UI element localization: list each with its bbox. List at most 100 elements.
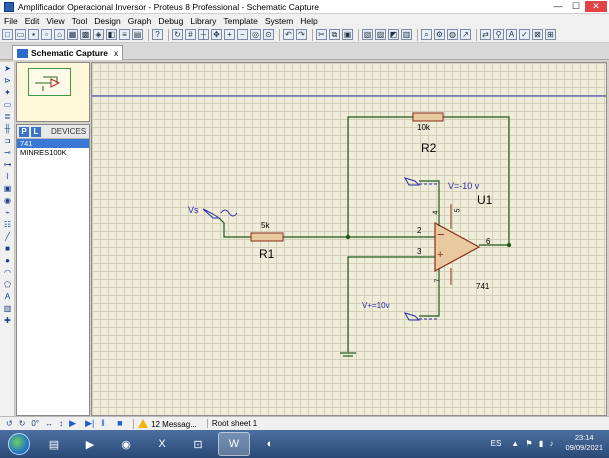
zoom-area-icon[interactable]: ⊙	[263, 29, 274, 40]
menu-debug[interactable]: Debug	[158, 16, 183, 26]
v-plus-terminal-symbol[interactable]	[403, 312, 421, 321]
menu-design[interactable]: Design	[94, 16, 120, 26]
overview-viewport[interactable]	[28, 68, 71, 96]
decompose-icon[interactable]: ↗	[460, 29, 471, 40]
device-list-item[interactable]: 741	[17, 139, 89, 148]
block-delete-icon[interactable]: ▥	[401, 29, 412, 40]
menu-tool[interactable]: Tool	[72, 16, 88, 26]
arc-2d-icon[interactable]: ◠	[2, 267, 13, 278]
graph-mode-icon[interactable]: ⌇	[2, 171, 13, 182]
selection-mode-icon[interactable]: ➤	[2, 63, 13, 74]
app-icon[interactable]: ◐	[254, 432, 286, 456]
wire-autorouter-icon[interactable]: ⇄	[480, 29, 491, 40]
packaging-tool-icon[interactable]: ◍	[447, 29, 458, 40]
tray-icons[interactable]: ▲ ⚑ ▮ ♪	[511, 439, 555, 448]
mirror-horizontal-icon[interactable]: ↔	[45, 419, 53, 428]
zoom-out-icon[interactable]: −	[237, 29, 248, 40]
bom-icon[interactable]: ≡	[119, 29, 130, 40]
home-icon[interactable]: ⌂	[54, 29, 65, 40]
stop-simulation-icon[interactable]: ■	[117, 419, 125, 428]
library-manager-button[interactable]: L	[31, 126, 41, 137]
buses-icon[interactable]: ╫	[2, 123, 13, 134]
open-folder-icon[interactable]: ▭	[15, 29, 26, 40]
help-icon[interactable]: ?	[152, 29, 163, 40]
pick-device-icon[interactable]: ⌕	[421, 29, 432, 40]
design-explorer-icon[interactable]: ⊞	[545, 29, 556, 40]
pcb-icon[interactable]: ▩	[80, 29, 91, 40]
save-icon[interactable]: ▪	[28, 29, 39, 40]
source-code-icon[interactable]: ▤	[132, 29, 143, 40]
proteus-icon[interactable]: ⊡	[182, 432, 214, 456]
schematic-canvas[interactable]: 10k R2 5k R1 Vs V=-10 v V+=10v U1 741 2 …	[91, 62, 607, 416]
menu-view[interactable]: View	[46, 16, 64, 26]
wire-feedback-left[interactable]	[347, 116, 413, 237]
rotate-cw-icon[interactable]: ↻	[19, 419, 26, 428]
vs-source-symbol[interactable]	[202, 208, 221, 219]
block-move-icon[interactable]: ▨	[375, 29, 386, 40]
media-player-icon[interactable]: ▶	[74, 432, 106, 456]
redo-icon[interactable]: ↷	[296, 29, 307, 40]
v-minus-terminal-symbol[interactable]	[403, 177, 421, 186]
marker-2d-icon[interactable]: ✚	[2, 315, 13, 326]
tape-recorder-icon[interactable]: ▣	[2, 183, 13, 194]
3d-view-icon[interactable]: ◈	[93, 29, 104, 40]
menu-graph[interactable]: Graph	[128, 16, 152, 26]
wire-label-icon[interactable]: ▭	[2, 99, 13, 110]
block-copy-icon[interactable]: ▧	[362, 29, 373, 40]
cut-icon[interactable]: ✂	[316, 29, 327, 40]
clock[interactable]: 23:14 09/09/2021	[565, 433, 603, 453]
step-simulation-icon[interactable]: ▶|	[85, 419, 94, 428]
subcircuit-icon[interactable]: ⊐	[2, 135, 13, 146]
line-2d-icon[interactable]: ╱	[2, 231, 13, 242]
mirror-vertical-icon[interactable]: ↕	[59, 419, 63, 428]
origin-icon[interactable]: ┼	[198, 29, 209, 40]
voltage-probe-icon[interactable]: ⌁	[2, 207, 13, 218]
netlist-icon[interactable]: ⊠	[532, 29, 543, 40]
virtual-instruments-icon[interactable]: ☷	[2, 219, 13, 230]
pan-icon[interactable]: ✥	[211, 29, 222, 40]
r1-resistor[interactable]	[250, 232, 284, 242]
pick-devices-button[interactable]: P	[19, 126, 29, 137]
close-project-icon[interactable]: ▫	[41, 29, 52, 40]
circle-2d-icon[interactable]: ●	[2, 255, 13, 266]
component-mode-icon[interactable]: ⊳	[2, 75, 13, 86]
pause-simulation-icon[interactable]: ‖	[101, 419, 109, 428]
rotate-ccw-icon[interactable]: ↺	[6, 419, 13, 428]
minimize-button[interactable]: —	[549, 1, 567, 12]
device-pins-icon[interactable]: ⊶	[2, 159, 13, 170]
zoom-in-icon[interactable]: +	[224, 29, 235, 40]
menu-help[interactable]: Help	[300, 16, 317, 26]
rotation-value[interactable]: 0°	[31, 419, 39, 428]
device-list-item[interactable]: MINRES100K	[17, 148, 89, 157]
grid-icon[interactable]: #	[185, 29, 196, 40]
wire-v-plus[interactable]	[419, 295, 440, 317]
zoom-all-icon[interactable]: ◎	[250, 29, 261, 40]
menu-system[interactable]: System	[265, 16, 293, 26]
file-explorer-icon[interactable]: ▤	[38, 432, 70, 456]
tab-schematic-capture[interactable]: Schematic Capture x	[12, 45, 124, 60]
schematic-icon[interactable]: ▦	[67, 29, 78, 40]
run-simulation-icon[interactable]: ▶	[69, 419, 77, 428]
start-button[interactable]	[8, 433, 30, 455]
wire-input[interactable]	[218, 217, 251, 238]
property-tool-icon[interactable]: A	[506, 29, 517, 40]
text-2d-icon[interactable]: A	[2, 291, 13, 302]
junction-dot-icon[interactable]: ✦	[2, 87, 13, 98]
close-button[interactable]: ✕	[585, 1, 607, 12]
word-icon[interactable]: W	[218, 432, 250, 456]
overview-window[interactable]	[16, 62, 90, 122]
symbol-2d-icon[interactable]: ▥	[2, 303, 13, 314]
undo-icon[interactable]: ↶	[283, 29, 294, 40]
paste-icon[interactable]: ▣	[342, 29, 353, 40]
new-file-icon[interactable]: □	[2, 29, 13, 40]
text-script-icon[interactable]: ≣	[2, 111, 13, 122]
maximize-button[interactable]: ☐	[567, 1, 585, 12]
block-rotate-icon[interactable]: ◩	[388, 29, 399, 40]
make-device-icon[interactable]: ⚙	[434, 29, 445, 40]
menu-file[interactable]: File	[4, 16, 18, 26]
gerber-icon[interactable]: ◧	[106, 29, 117, 40]
electrical-rule-icon[interactable]: ✓	[519, 29, 530, 40]
menu-template[interactable]: Template	[223, 16, 258, 26]
r2-resistor[interactable]	[412, 112, 444, 122]
language-indicator[interactable]: ES	[491, 439, 502, 448]
